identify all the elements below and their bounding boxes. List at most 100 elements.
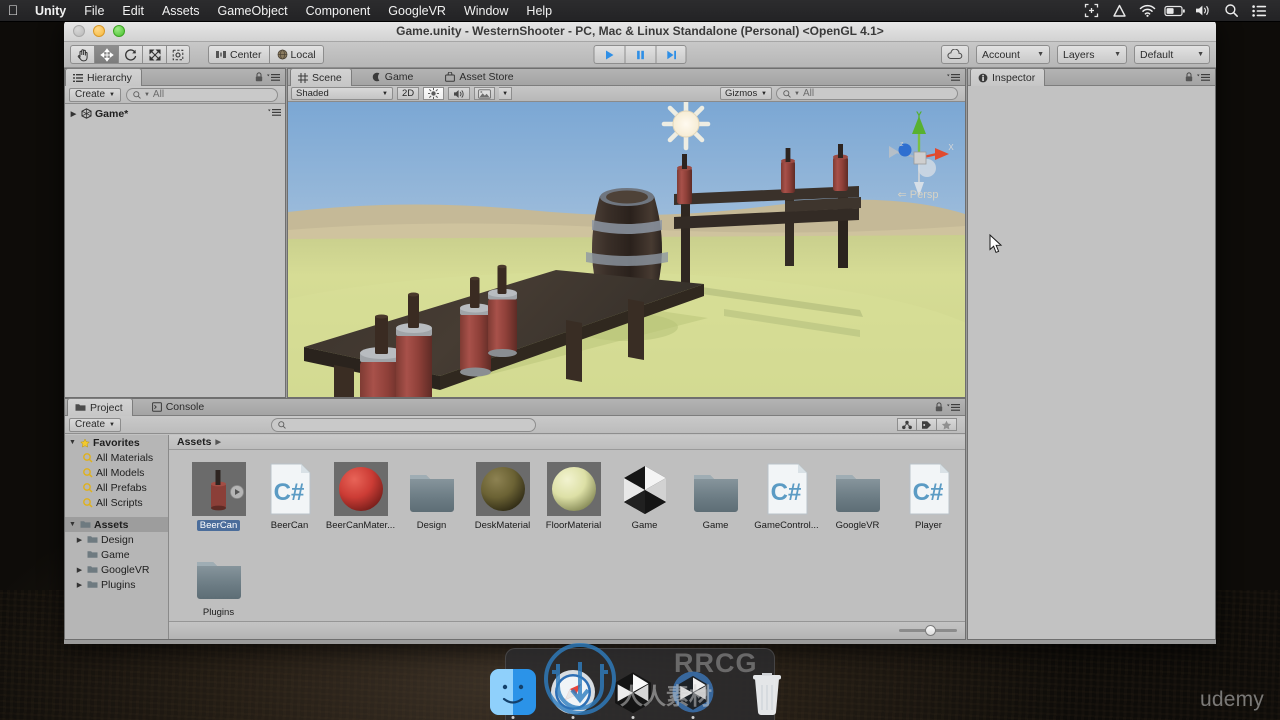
filter-by-type-button[interactable] xyxy=(897,418,917,431)
asset-item-beercan-material[interactable]: BeerCanMater... xyxy=(325,458,396,531)
trash-icon[interactable] xyxy=(744,669,790,715)
thumbnail-zoom-slider[interactable] xyxy=(899,625,957,636)
hierarchy-item-game[interactable]: ▶ Game* xyxy=(65,106,285,121)
google-drive-icon[interactable] xyxy=(1106,0,1132,22)
toggle-audio-button[interactable] xyxy=(448,87,471,100)
project-search-input[interactable] xyxy=(270,417,536,432)
account-dropdown[interactable]: Account ▼ xyxy=(976,45,1050,64)
asset-item-plugins-folder[interactable]: Plugins xyxy=(183,545,254,618)
asset-item-game-scene[interactable]: Game xyxy=(609,458,680,531)
space-mode-button[interactable]: Local xyxy=(268,45,324,64)
chevron-down-icon[interactable]: ▼ xyxy=(68,439,77,446)
scene-search-input[interactable]: ▼ All xyxy=(776,87,958,100)
filter-by-label-button[interactable] xyxy=(917,418,937,431)
hierarchy-create-button[interactable]: Create ▼ xyxy=(69,87,121,102)
tree-item-all-scripts[interactable]: All Scripts xyxy=(65,495,168,510)
asset-item-beercan-script[interactable]: C# BeerCan xyxy=(254,458,325,531)
hierarchy-menu-icon[interactable] xyxy=(267,73,280,85)
asset-item-gamecontroller-script[interactable]: C# GameControl... xyxy=(751,458,822,531)
menu-item-window[interactable]: Window xyxy=(455,0,517,22)
tab-game[interactable]: Game xyxy=(364,68,423,85)
asset-item-game-folder[interactable]: Game xyxy=(680,458,751,531)
tree-item-game[interactable]: Game xyxy=(65,547,168,562)
move-tool-button[interactable] xyxy=(94,45,118,64)
tab-asset-store[interactable]: Asset Store xyxy=(438,68,522,85)
scene-menu-icon[interactable] xyxy=(947,73,960,85)
zoom-slider-knob[interactable] xyxy=(925,625,936,636)
lock-icon[interactable] xyxy=(1185,72,1193,85)
chevron-right-icon[interactable]: ▶ xyxy=(75,536,84,544)
scene-3d-viewport[interactable]: Y X z ⇐ Persp xyxy=(288,102,965,397)
unity-hub-icon[interactable] xyxy=(670,669,716,719)
perspective-toggle-icon[interactable]: ⇐ xyxy=(898,188,907,201)
cloud-services-button[interactable] xyxy=(941,45,969,64)
tree-item-design[interactable]: ▶ Design xyxy=(65,532,168,547)
menu-item-component[interactable]: Component xyxy=(297,0,380,22)
project-menu-icon[interactable] xyxy=(947,403,960,415)
finder-icon[interactable] xyxy=(490,669,536,719)
hand-tool-button[interactable] xyxy=(70,45,94,64)
screenshot-icon[interactable] xyxy=(1078,0,1104,22)
menu-item-help[interactable]: Help xyxy=(517,0,561,22)
toggle-lighting-button[interactable] xyxy=(423,87,445,100)
battery-icon[interactable] xyxy=(1162,0,1188,22)
apple-menu-icon[interactable]:  xyxy=(0,3,26,19)
pause-button[interactable] xyxy=(624,45,656,64)
tree-item-favorites[interactable]: ▼ Favorites xyxy=(65,435,168,450)
tab-console[interactable]: Console xyxy=(145,398,214,415)
lock-icon[interactable] xyxy=(255,72,263,85)
hierarchy-search-input[interactable]: ▼ All xyxy=(125,87,278,102)
chevron-right-icon[interactable]: ▶ xyxy=(69,110,78,118)
menu-item-file[interactable]: File xyxy=(75,0,113,22)
rect-tool-button[interactable] xyxy=(166,45,190,64)
menu-item-edit[interactable]: Edit xyxy=(113,0,153,22)
menu-item-unity[interactable]: Unity xyxy=(26,0,75,22)
chevron-right-icon[interactable]: ▶ xyxy=(75,566,84,574)
tree-item-googlevr[interactable]: ▶ GoogleVR xyxy=(65,562,168,577)
tab-scene[interactable]: Scene xyxy=(290,68,352,86)
asset-item-googlevr-folder[interactable]: GoogleVR xyxy=(822,458,893,531)
tab-project[interactable]: Project xyxy=(67,398,133,416)
tree-item-all-models[interactable]: All Models xyxy=(65,465,168,480)
asset-item-design-folder[interactable]: Design xyxy=(396,458,467,531)
asset-item-desk-material[interactable]: DeskMaterial xyxy=(467,458,538,531)
spotlight-search-icon[interactable] xyxy=(1218,0,1244,22)
asset-item-player-script[interactable]: C# Player xyxy=(893,458,964,531)
inspector-menu-icon[interactable] xyxy=(1197,73,1210,85)
gizmos-dropdown[interactable]: Gizmos ▼ xyxy=(720,87,772,100)
menu-item-gameobject[interactable]: GameObject xyxy=(208,0,296,22)
asset-item-floor-material[interactable]: FloorMaterial xyxy=(538,458,609,531)
unity-icon[interactable] xyxy=(610,669,656,719)
layout-dropdown[interactable]: Default ▼ xyxy=(1134,45,1210,64)
close-window-button[interactable] xyxy=(73,24,85,37)
notification-center-icon[interactable] xyxy=(1246,0,1272,22)
scale-tool-button[interactable] xyxy=(142,45,166,64)
breadcrumb-label[interactable]: Assets xyxy=(177,436,211,448)
lock-icon[interactable] xyxy=(935,402,943,415)
project-create-button[interactable]: Create ▼ xyxy=(69,417,121,432)
volume-icon[interactable] xyxy=(1190,0,1216,22)
play-button[interactable] xyxy=(593,45,625,64)
toggle-2d-button[interactable]: 2D xyxy=(397,87,420,100)
project-asset-grid[interactable]: Assets ▶ BeerCan C# BeerCan BeerCanMater… xyxy=(169,435,965,639)
step-button[interactable] xyxy=(655,45,687,64)
chevron-down-icon[interactable]: ▼ xyxy=(68,521,77,528)
tree-item-assets[interactable]: ▼ Assets xyxy=(65,517,168,532)
draw-mode-dropdown[interactable]: Shaded ▼ xyxy=(291,87,393,100)
asset-item-beercan-prefab[interactable]: BeerCan xyxy=(183,458,254,531)
effects-dropdown-button[interactable]: ▼ xyxy=(499,87,513,100)
minimize-window-button[interactable] xyxy=(93,24,105,37)
tree-item-all-prefabs[interactable]: All Prefabs xyxy=(65,480,168,495)
toggle-effects-button[interactable] xyxy=(474,87,496,100)
menu-item-assets[interactable]: Assets xyxy=(153,0,209,22)
layers-dropdown[interactable]: Layers ▼ xyxy=(1057,45,1127,64)
tab-hierarchy[interactable]: Hierarchy xyxy=(65,68,142,86)
wifi-icon[interactable] xyxy=(1134,0,1160,22)
rotate-tool-button[interactable] xyxy=(118,45,142,64)
safari-icon[interactable] xyxy=(550,669,596,719)
tree-item-all-materials[interactable]: All Materials xyxy=(65,450,168,465)
tab-inspector[interactable]: Inspector xyxy=(970,68,1046,86)
hierarchy-row-menu-icon[interactable] xyxy=(268,108,285,120)
maximize-window-button[interactable] xyxy=(113,24,125,37)
scene-orientation-gizmo[interactable]: Y X z ⇐ Persp xyxy=(883,110,955,206)
